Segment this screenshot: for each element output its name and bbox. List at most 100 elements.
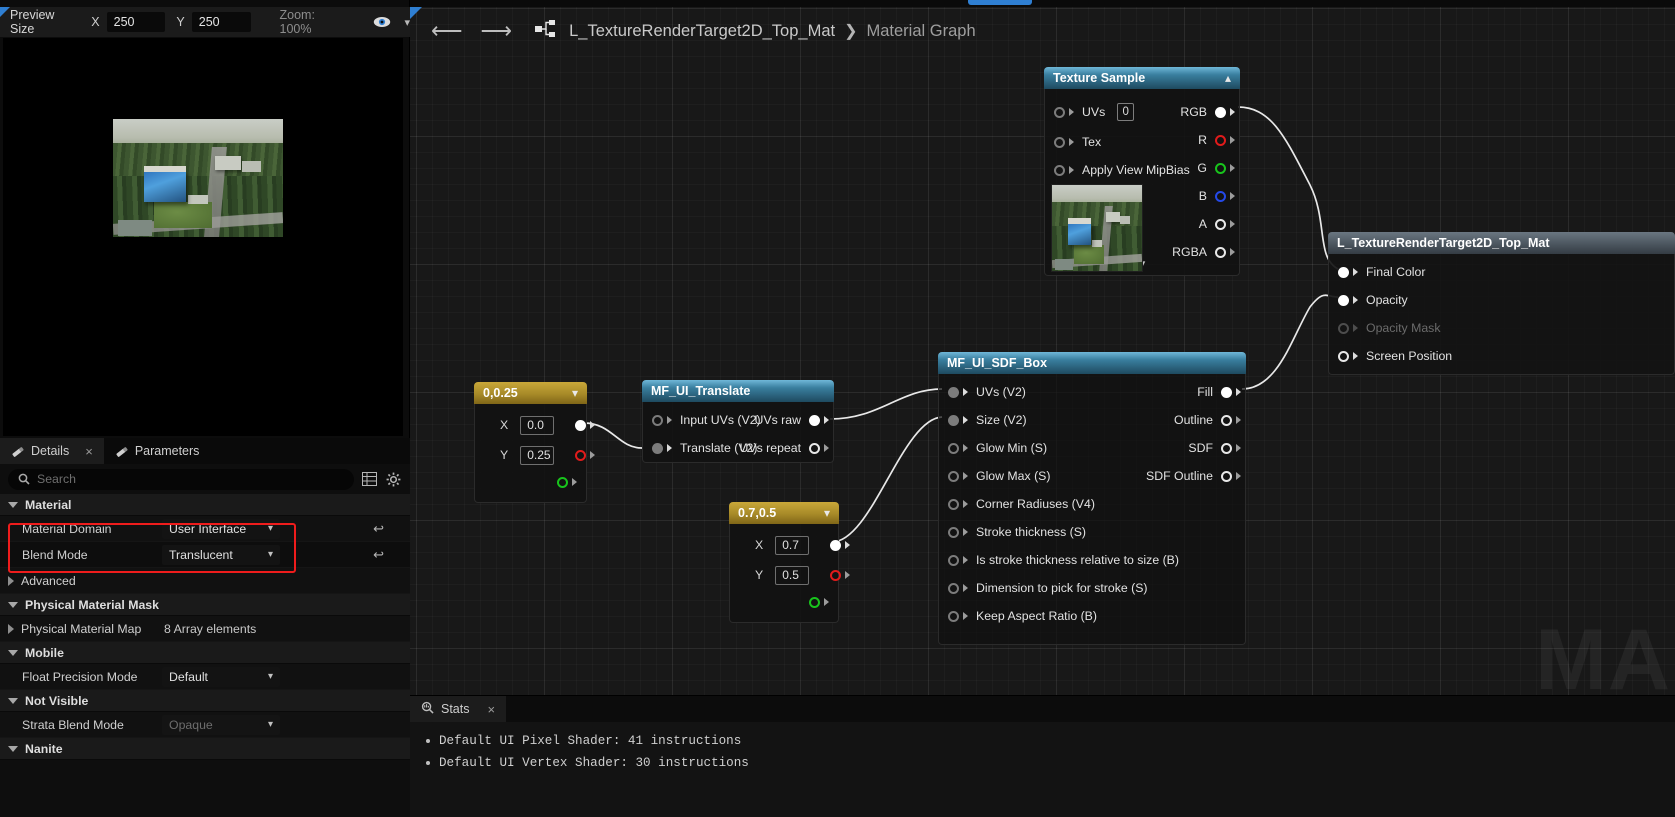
pin-dot <box>1338 294 1349 306</box>
pin-out-b[interactable]: B <box>1190 182 1239 210</box>
pin-out-outline[interactable]: Outline <box>1165 406 1245 434</box>
node-mf-ui-translate[interactable]: MF_UI_Translate Input UVs (V2) Translate… <box>642 380 834 463</box>
pin-in-stroke-relative[interactable]: Is stroke thickness relative to size (B) <box>939 546 1188 574</box>
pin-in-tex[interactable]: Tex <box>1045 128 1110 156</box>
const-a-y-input[interactable]: 0.25 <box>520 445 555 465</box>
chevron-down-icon[interactable]: ▾ <box>824 506 830 520</box>
node-constant-0-025[interactable]: 0,0.25 ▾ X 0.0 Y 0.25 <box>474 382 596 503</box>
float-precision-mode-combo[interactable]: Default ▾ <box>162 666 280 687</box>
pin-in-sdf-uvs[interactable]: UVs (V2) <box>939 378 1035 406</box>
pin-in-screen-position[interactable]: Screen Position <box>1329 342 1674 370</box>
row-advanced[interactable]: Advanced <box>0 568 410 594</box>
pin-in-opacity-mask: Opacity Mask <box>1329 314 1674 342</box>
pin-out-fill[interactable]: Fill <box>1188 378 1245 406</box>
pin-out-rgba[interactable]: RGBA <box>1163 238 1239 266</box>
chevron-up-icon[interactable]: ▴ <box>1225 71 1231 85</box>
pin-dot[interactable] <box>575 419 587 431</box>
node-material-result-header[interactable]: L_TextureRenderTarget2D_Top_Mat <box>1328 232 1675 254</box>
section-material[interactable]: Material <box>0 494 410 516</box>
gear-icon[interactable] <box>384 470 402 488</box>
pin-in-final-color[interactable]: Final Color <box>1329 258 1674 286</box>
wire-const-b-to-sdfbox-size <box>831 416 943 543</box>
pin-dot[interactable] <box>575 449 587 461</box>
pin-out-g[interactable]: G <box>1188 154 1239 182</box>
pin-in-opacity[interactable]: Opacity <box>1329 286 1674 314</box>
pin-in-keep-aspect[interactable]: Keep Aspect Ratio (B) <box>939 602 1106 630</box>
node-texture-sample-header[interactable]: Texture Sample ▴ <box>1044 67 1240 89</box>
pin-out-rgb[interactable]: RGB <box>1171 98 1239 126</box>
arrow-left-icon[interactable]: ⟵ <box>422 20 472 42</box>
tab-parameters[interactable]: Parameters <box>104 438 211 464</box>
pin-in-glow-min[interactable]: Glow Min (S) <box>939 434 1056 462</box>
search-icon <box>18 473 30 485</box>
node-material-result[interactable]: L_TextureRenderTarget2D_Top_Mat Final Co… <box>1328 232 1675 375</box>
blend-mode-combo[interactable]: Translucent ▾ <box>162 544 280 565</box>
row-const-a-z[interactable] <box>475 470 586 494</box>
node-constant-07-05-header[interactable]: 0.7,0.5 ▾ <box>729 502 839 524</box>
triangle-right-icon[interactable] <box>8 623 14 634</box>
section-not-visible[interactable]: Not Visible <box>0 690 410 712</box>
wire-sdfbox-fill-to-opacity <box>1241 294 1339 390</box>
reset-icon[interactable]: ↩ <box>373 547 384 563</box>
pin-out-uvs-raw[interactable]: UVs raw <box>746 406 833 434</box>
grid-view-icon[interactable] <box>360 470 378 488</box>
close-icon[interactable]: × <box>488 702 496 717</box>
pin-in-sdf-size[interactable]: Size (V2) <box>939 406 1036 434</box>
pin-arrow-icon <box>1230 192 1235 200</box>
material-domain-combo[interactable]: User Interface ▾ <box>162 518 280 539</box>
pin-dot[interactable] <box>830 569 842 581</box>
pin-dot[interactable] <box>830 539 842 551</box>
row-const-b-y[interactable]: Y 0.5 <box>730 560 851 590</box>
row-const-b-x[interactable]: X 0.7 <box>730 530 851 560</box>
const-a-x-input[interactable]: 0.0 <box>520 415 555 435</box>
material-preview-viewport[interactable] <box>3 38 403 436</box>
preview-size-y-input[interactable]: 250 <box>191 12 251 32</box>
node-mf-ui-sdf-box-header[interactable]: MF_UI_SDF_Box <box>938 352 1246 374</box>
pin-in-apply-view-mipbias[interactable]: Apply View MipBias <box>1045 156 1199 184</box>
node-constant-07-05[interactable]: 0.7,0.5 ▾ X 0.7 Y 0.5 <box>729 502 851 623</box>
pin-out-sdf-outline[interactable]: SDF Outline <box>1137 462 1245 490</box>
tab-details[interactable]: Details × <box>0 438 104 464</box>
pin-out-a[interactable]: A <box>1190 210 1239 238</box>
search-input[interactable] <box>37 472 344 486</box>
node-mf-ui-translate-header[interactable]: MF_UI_Translate <box>642 380 834 402</box>
const-b-y-input[interactable]: 0.5 <box>775 565 810 585</box>
pin-in-dimension-pick[interactable]: Dimension to pick for stroke (S) <box>939 574 1157 602</box>
section-nanite[interactable]: Nanite <box>0 738 410 760</box>
tab-stats[interactable]: Stats × <box>410 696 507 722</box>
breadcrumb-root[interactable]: L_TextureRenderTarget2D_Top_Mat <box>569 22 835 41</box>
pin-in-corner-radiuses[interactable]: Corner Radiuses (V4) <box>939 490 1104 518</box>
pin-dot[interactable] <box>557 476 568 488</box>
arrow-right-icon[interactable]: ⟶ <box>472 20 522 42</box>
pin-in-tex-label: Tex <box>1082 135 1102 149</box>
pin-out-sdf[interactable]: SDF <box>1179 434 1245 462</box>
const-b-x-input[interactable]: 0.7 <box>775 535 810 555</box>
pin-out-uvs-repeat[interactable]: UVs repeat <box>730 434 833 462</box>
node-texture-sample[interactable]: Texture Sample ▴ UVs 0 Tex Apply View Mi… <box>1044 67 1240 276</box>
preview-landscape-art <box>113 119 283 237</box>
search-box[interactable] <box>8 468 354 490</box>
pin-in-uvs[interactable]: UVs 0 <box>1045 98 1143 126</box>
chevron-down-icon[interactable]: ▾ <box>572 386 578 400</box>
zoom-level-label: Zoom: 100% <box>279 8 315 36</box>
section-mobile[interactable]: Mobile <box>0 642 410 664</box>
pin-in-sdf-uvs-label: UVs (V2) <box>976 385 1026 399</box>
material-graph-canvas[interactable]: ⟵ ⟶ L_TextureRenderTarget2D_Top_Mat ❯ Ma… <box>410 7 1675 817</box>
preview-size-x-input[interactable]: 250 <box>106 12 166 32</box>
pin-out-r[interactable]: R <box>1189 126 1239 154</box>
node-mf-ui-sdf-box[interactable]: MF_UI_SDF_Box UVs (V2) Size (V2) Glow Mi… <box>938 352 1246 645</box>
pin-arrow-icon <box>572 478 577 486</box>
row-const-a-y[interactable]: Y 0.25 <box>475 440 596 470</box>
node-constant-0-025-header[interactable]: 0,0.25 ▾ <box>474 382 587 404</box>
close-icon[interactable]: × <box>85 444 93 459</box>
uvs-index-badge[interactable]: 0 <box>1117 103 1135 121</box>
row-const-a-x[interactable]: X 0.0 <box>475 410 596 440</box>
physical-material-map-value: 8 Array elements <box>164 621 257 636</box>
eye-icon[interactable] <box>373 16 391 28</box>
pin-in-stroke-thickness[interactable]: Stroke thickness (S) <box>939 518 1095 546</box>
reset-icon[interactable]: ↩ <box>373 521 384 537</box>
section-physical-material-mask[interactable]: Physical Material Mask <box>0 594 410 616</box>
row-const-b-z[interactable] <box>730 590 838 614</box>
pin-in-glow-max[interactable]: Glow Max (S) <box>939 462 1059 490</box>
pin-dot[interactable] <box>809 596 820 608</box>
